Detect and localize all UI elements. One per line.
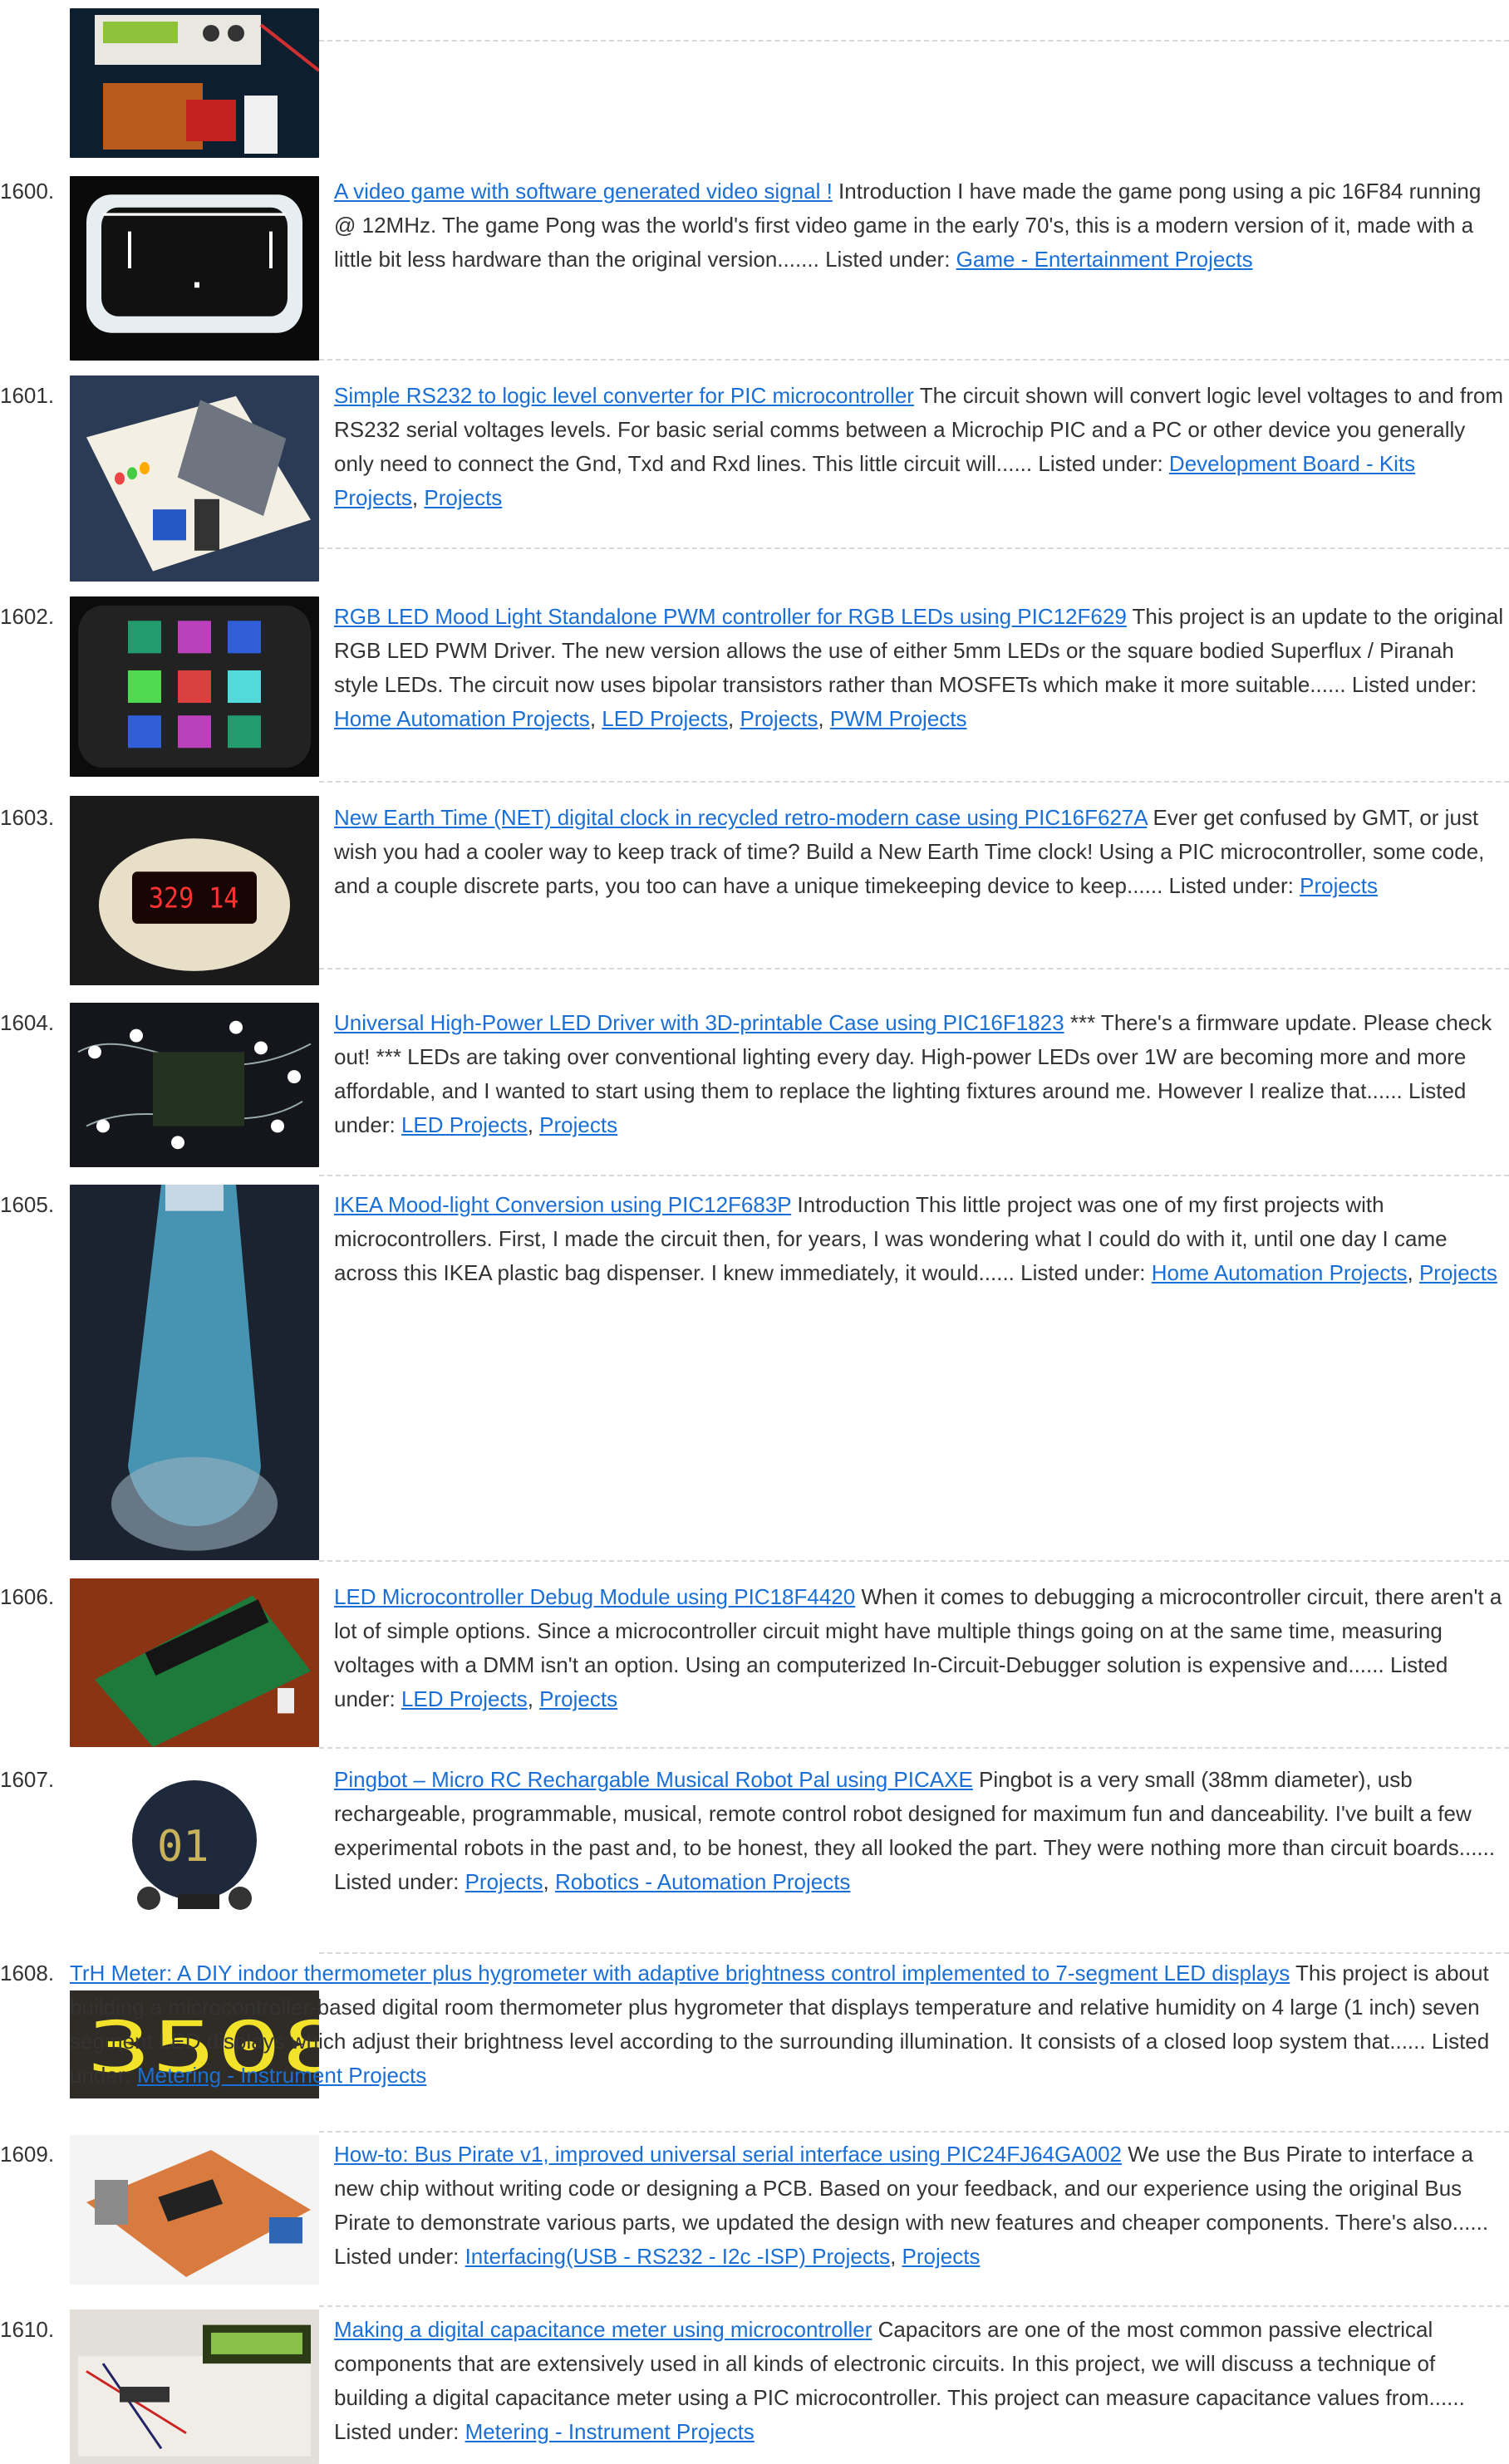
project-thumbnail[interactable] [70,2309,319,2464]
project-title-link[interactable]: Making a digital capacitance meter using… [334,2317,872,2342]
project-title-link[interactable]: IKEA Mood-light Conversion using PIC12F6… [334,1192,791,1217]
entry-description: RGB LED Mood Light Standalone PWM contro… [334,604,1504,731]
project-title-link[interactable]: Pingbot – Micro RC Rechargable Musical R… [334,1767,973,1792]
project-thumbnail[interactable] [70,176,319,361]
separator [319,359,1509,361]
svg-text:01: 01 [157,1822,209,1872]
category-link[interactable]: Home Automation Projects [334,706,590,731]
category-link[interactable]: PWM Projects [830,706,967,731]
category-link[interactable]: Projects [740,706,818,731]
category-link[interactable]: Projects [1419,1260,1497,1285]
lcd-circuit-photo[interactable] [70,8,319,158]
entry-number: 1605. [0,1192,55,1217]
entry-description: Simple RS232 to logic level converter fo… [334,383,1504,510]
category-link[interactable]: Projects [902,2244,981,2269]
entry-description: How-to: Bus Pirate v1, improved universa… [334,2142,1489,2269]
category-link[interactable]: Robotics - Automation Projects [555,1869,851,1894]
project-thumbnail[interactable]: 01 [70,1761,319,1927]
entry-number: 1601. [0,383,55,408]
entry-description: TrH Meter: A DIY indoor thermometer plus… [70,1956,1504,2093]
separator [319,1952,1509,1954]
project-thumbnail[interactable] [70,2135,319,2285]
listed-under-label: Listed under: [1351,672,1477,697]
debug-module-photo-icon [70,1578,319,1747]
entry-number: 1603. [0,805,55,830]
led-driver-photo-icon [70,1003,319,1167]
entry-number: 1607. [0,1767,55,1792]
separator [319,1560,1509,1562]
separator [319,2305,1509,2307]
listed-under-label: Listed under: [1020,1260,1146,1285]
category-link[interactable]: LED Projects [401,1112,528,1137]
entry-description: Universal High-Power LED Driver with 3D-… [334,1010,1492,1137]
rgb-led-board-icon [70,596,319,777]
listed-under-label: Listed under: [1168,873,1294,898]
project-thumbnail[interactable] [70,596,319,777]
project-thumbnail[interactable]: 329 14 [70,796,319,985]
lcd-circuit-icon [70,8,319,158]
category-link[interactable]: Interfacing(USB - RS232 - I2c -ISP) Proj… [465,2244,891,2269]
project-title-link[interactable]: New Earth Time (NET) digital clock in re… [334,805,1147,830]
entry-number: 1608. [0,1961,55,1985]
project-title-link[interactable]: LED Microcontroller Debug Module using P… [334,1584,855,1609]
category-link[interactable]: Home Automation Projects [1152,1260,1408,1285]
svg-text:329 14: 329 14 [149,881,238,915]
ikea-light-photo-icon [70,1185,319,1560]
separator [319,968,1509,969]
separator [319,2131,1509,2133]
project-title-link[interactable]: Simple RS232 to logic level converter fo… [334,383,914,408]
project-title-link[interactable]: A video game with software generated vid… [334,179,833,204]
project-title-link[interactable]: Universal High-Power LED Driver with 3D-… [334,1010,1064,1035]
entry-description: A video game with software generated vid… [334,174,1504,277]
category-link[interactable]: Projects [465,1869,543,1894]
category-link[interactable]: Projects [539,1112,617,1137]
project-thumbnail[interactable] [70,1185,319,1560]
entry-description: New Earth Time (NET) digital clock in re… [334,801,1504,903]
robot-photo-icon: 01 [70,1761,319,1927]
listed-under-label: Listed under: [334,1869,460,1894]
pong-screen-icon [70,176,319,361]
entry-description: IKEA Mood-light Conversion using PIC12F6… [334,1192,1497,1285]
entry-number: 1600. [0,179,55,204]
category-link[interactable]: Projects [424,485,502,510]
project-thumbnail[interactable] [70,1578,319,1747]
category-link[interactable]: Metering - Instrument Projects [137,2063,426,2088]
entry-number: 1604. [0,1010,55,1035]
listed-under-label: Listed under: [334,2244,460,2269]
listed-under-label: Listed under: [334,2419,460,2444]
project-title-link[interactable]: How-to: Bus Pirate v1, improved universa… [334,2142,1122,2167]
separator [319,40,1509,42]
category-link[interactable]: Projects [539,1686,617,1711]
bus-pirate-photo-icon [70,2135,319,2285]
entry-description: Making a digital capacitance meter using… [334,2313,1504,2449]
category-link[interactable]: Metering - Instrument Projects [465,2419,754,2444]
breadboard-photo-icon [70,2309,319,2464]
separator [319,1747,1509,1749]
category-link[interactable]: LED Projects [401,1686,528,1711]
entry-number: 1610. [0,2317,55,2342]
entry-description: Pingbot – Micro RC Rechargable Musical R… [334,1767,1496,1894]
entry-number: 1609. [0,2142,55,2167]
separator [319,781,1509,783]
project-thumbnail[interactable] [70,1003,319,1167]
entry-description: LED Microcontroller Debug Module using P… [334,1584,1502,1711]
entry-number: 1606. [0,1584,55,1609]
category-link[interactable]: LED Projects [602,706,728,731]
project-title-link[interactable]: RGB LED Mood Light Standalone PWM contro… [334,604,1127,629]
rs232-board-icon [70,375,319,582]
project-thumbnail[interactable] [70,375,319,582]
category-link[interactable]: Game - Entertainment Projects [956,247,1253,272]
listed-under-label: Listed under: [1038,451,1163,476]
clock-photo-icon: 329 14 [70,796,319,985]
separator [319,1175,1509,1176]
project-title-link[interactable]: TrH Meter: A DIY indoor thermometer plus… [70,1961,1290,1985]
entry-number: 1602. [0,604,55,629]
listed-under-label: Listed under: [825,247,951,272]
category-link[interactable]: Projects [1300,873,1378,898]
separator [319,547,1509,549]
